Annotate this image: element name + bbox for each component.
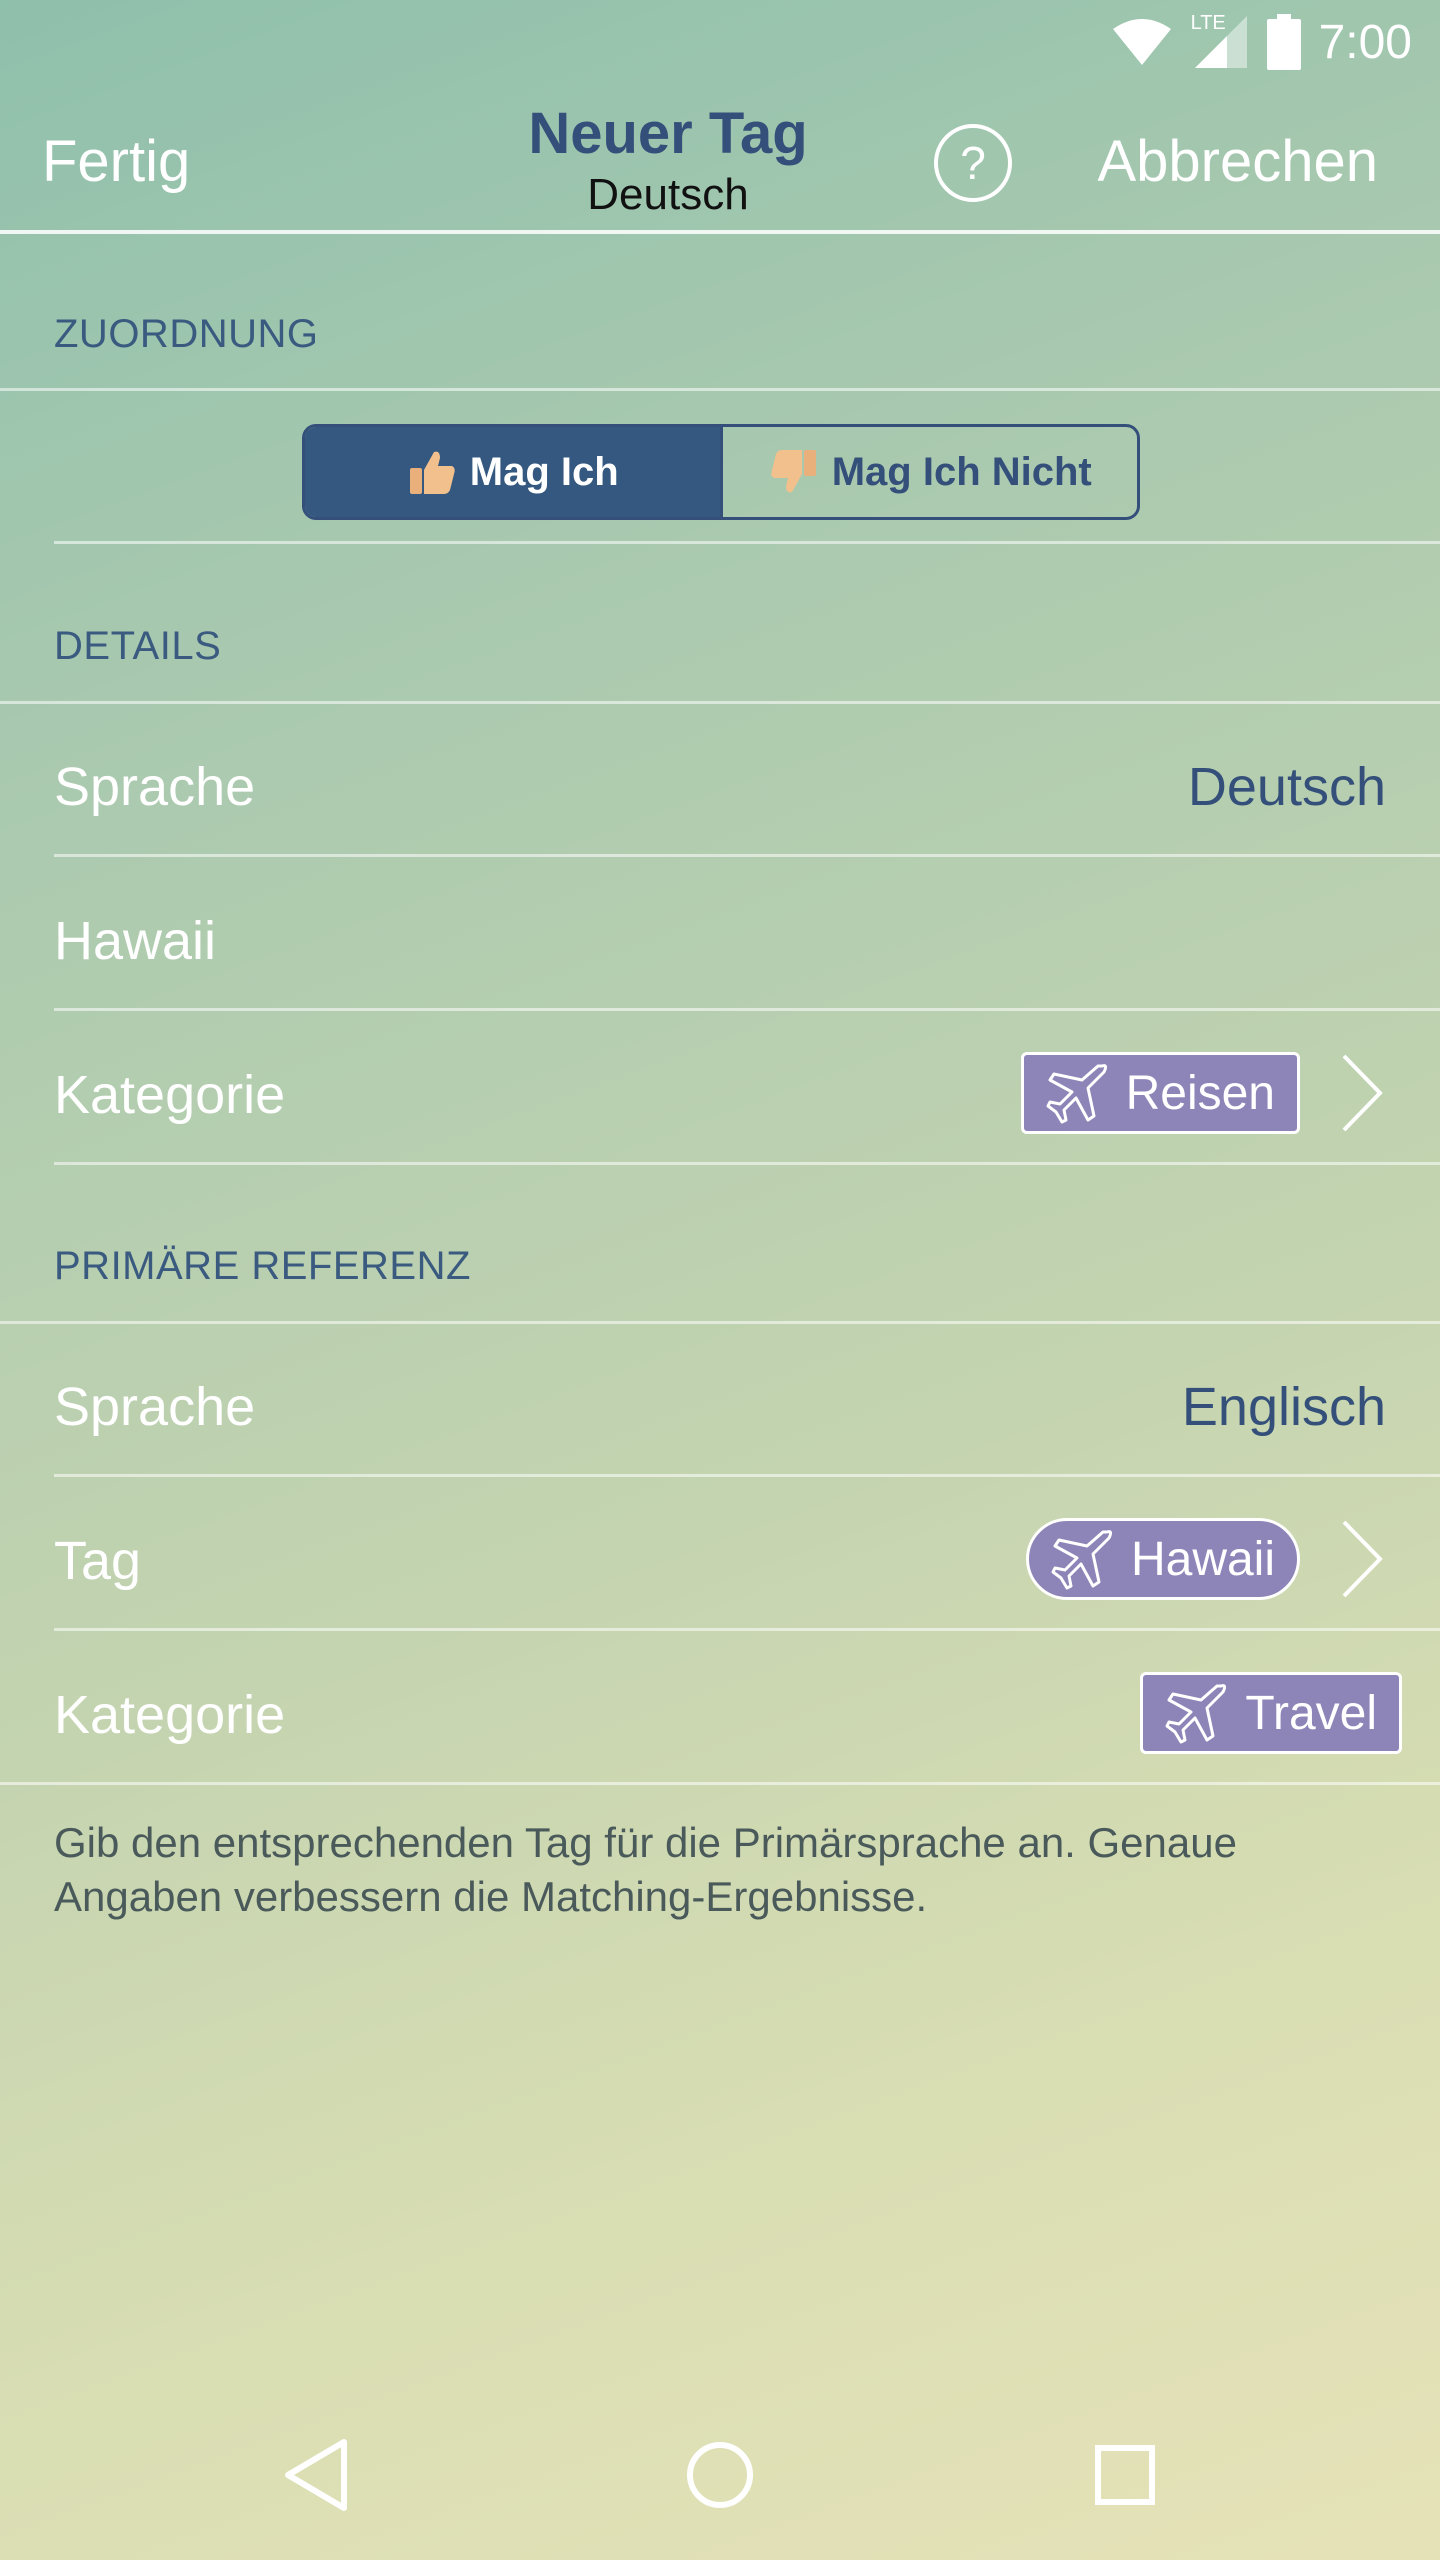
airplane-icon bbox=[1051, 1530, 1113, 1590]
divider bbox=[54, 1474, 1440, 1477]
cancel-button[interactable]: Abbrechen bbox=[1097, 128, 1378, 195]
divider bbox=[54, 854, 1440, 857]
navigation-bar bbox=[0, 2390, 1440, 2560]
category-chip-label: Reisen bbox=[1125, 1066, 1275, 1120]
battery-icon bbox=[1266, 14, 1301, 70]
back-icon[interactable] bbox=[272, 2430, 362, 2520]
tag-chip-label: Hawaii bbox=[1130, 1532, 1275, 1586]
divider bbox=[0, 1782, 1440, 1785]
category-chip-reisen[interactable]: Reisen bbox=[1020, 1052, 1300, 1134]
done-button[interactable]: Fertig bbox=[42, 128, 190, 195]
footnote-text: Gib den entsprechenden Tag für die Primä… bbox=[54, 1819, 1237, 1920]
details-language-value: Deutsch bbox=[1187, 757, 1386, 817]
details-tag-value[interactable]: Hawaii bbox=[54, 910, 216, 972]
divider bbox=[54, 1628, 1440, 1631]
status-time: 7:00 bbox=[1318, 15, 1412, 69]
chevron-right-icon[interactable] bbox=[1336, 1518, 1386, 1600]
reference-language-label: Sprache bbox=[54, 1377, 256, 1437]
category-chip-travel: Travel bbox=[1140, 1672, 1402, 1754]
help-icon[interactable]: ? bbox=[934, 124, 1012, 202]
airplane-icon bbox=[1046, 1064, 1107, 1124]
status-icons: LTE 7:00 bbox=[1111, 10, 1412, 74]
section-header-zuordnung: ZUORDNUNG bbox=[54, 312, 319, 356]
home-icon[interactable] bbox=[675, 2430, 765, 2520]
divider bbox=[54, 1008, 1440, 1011]
segment-like-label: Mag Ich bbox=[469, 449, 619, 494]
divider bbox=[54, 541, 1440, 544]
recents-icon[interactable] bbox=[1080, 2430, 1170, 2520]
segment-dislike-label: Mag Ich Nicht bbox=[831, 449, 1092, 494]
tag-chip-hawaii[interactable]: Hawaii bbox=[1025, 1518, 1300, 1600]
network-type: LTE bbox=[1190, 12, 1226, 34]
app-header: Fertig Neuer Tag Deutsch ? Abbrechen bbox=[0, 84, 1440, 234]
airplane-icon bbox=[1165, 1684, 1227, 1744]
reference-category-label: Kategorie bbox=[54, 1685, 286, 1745]
divider bbox=[0, 388, 1440, 391]
divider bbox=[0, 1321, 1440, 1324]
status-bar: LTE 7:00 bbox=[0, 0, 1440, 84]
page-subtitle: Deutsch bbox=[587, 170, 749, 219]
details-category-label: Kategorie bbox=[54, 1065, 286, 1125]
reference-language-value: Englisch bbox=[1181, 1377, 1386, 1437]
cell-signal-icon: LTE bbox=[1190, 12, 1249, 70]
category-chip-label: Travel bbox=[1245, 1686, 1377, 1740]
like-dislike-segmented-control[interactable]: Mag Ich Mag Ich Nicht bbox=[302, 424, 1140, 520]
thumbs-down-icon bbox=[771, 450, 816, 493]
divider bbox=[54, 1162, 1440, 1165]
divider bbox=[0, 701, 1440, 704]
details-language-label: Sprache bbox=[54, 757, 256, 817]
reference-tag-label: Tag bbox=[54, 1531, 142, 1591]
wifi-icon bbox=[1112, 19, 1171, 65]
chevron-right-icon[interactable] bbox=[1336, 1052, 1386, 1134]
section-header-details: DETAILS bbox=[54, 624, 222, 668]
thumbs-up-icon bbox=[409, 451, 455, 494]
page-title: Neuer Tag bbox=[528, 101, 808, 166]
segment-dislike[interactable]: Mag Ich Nicht bbox=[719, 427, 1138, 517]
section-header-primary-reference: PRIMÄRE REFERENZ bbox=[54, 1244, 471, 1288]
segment-like[interactable]: Mag Ich bbox=[305, 427, 720, 517]
